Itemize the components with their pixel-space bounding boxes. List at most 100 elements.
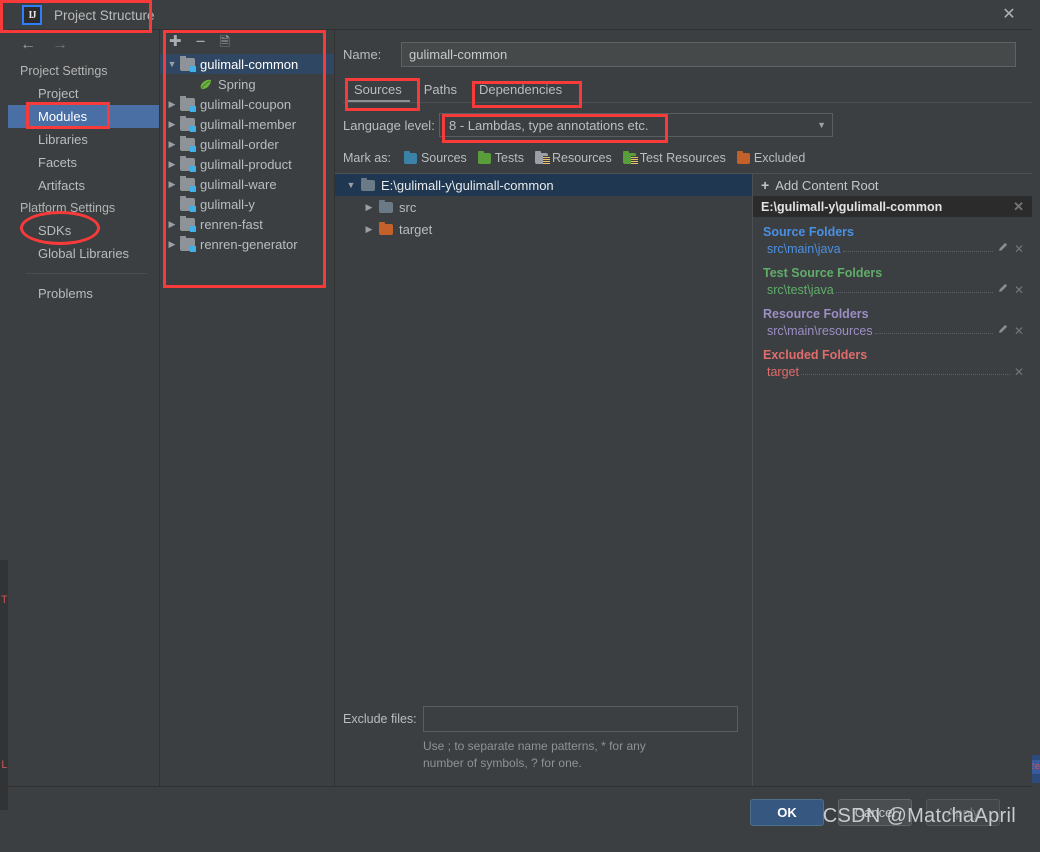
content-root-header: E:\gulimall-y\gulimall-common ✕ [753,196,1032,217]
ide-bottom-strip [0,838,1040,852]
module-tree-row[interactable]: Spring [160,74,334,94]
sidebar-item-project[interactable]: Project [8,82,159,105]
sidebar-item-global-libraries[interactable]: Global Libraries [8,242,159,265]
close-icon[interactable]: ✕ [1014,283,1024,297]
content-root-tree-pane: ▼ E:\gulimall-y\gulimall-common ▶ src ▶ targe… [335,174,752,786]
mark-as-test-resources[interactable]: Test Resources [622,150,726,165]
chevron-down-icon[interactable]: ▼ [341,180,361,190]
exclude-files-label: Exclude files: [343,712,417,726]
module-tree-row[interactable]: gulimall-y [160,194,334,214]
minus-icon[interactable]: − [196,33,206,50]
plus-icon[interactable]: ✚ [169,34,182,49]
apply-button[interactable]: Apply [926,799,1000,826]
exclude-files-input[interactable] [423,706,738,732]
module-tree-label: renren-fast [200,216,263,232]
tab-paths[interactable]: Paths [413,79,468,103]
module-tree-row[interactable]: ▶ gulimall-ware [160,174,334,194]
settings-sidebar: ← → Project Settings Project Modules Lib… [8,30,160,786]
content-tree-label: target [399,221,433,237]
ok-button[interactable]: OK [750,799,824,826]
chevron-right-icon[interactable]: ▶ [164,139,180,150]
tab-dependencies[interactable]: Dependencies [468,79,573,103]
chevron-right-icon[interactable]: ▶ [164,239,180,250]
content-root-tree[interactable]: ▼ E:\gulimall-y\gulimall-common ▶ src ▶ targe… [335,174,752,698]
content-tree-label: src [399,199,417,215]
content-tree-row[interactable]: ▼ E:\gulimall-y\gulimall-common [335,174,752,196]
module-name-input[interactable] [401,42,1016,67]
mark-as-sources[interactable]: Sources [403,150,467,165]
module-tree-label: gulimall-y [200,196,255,212]
module-folder-icon [180,215,196,232]
chevron-right-icon[interactable]: ▶ [359,224,379,235]
cancel-button[interactable]: Cancel [838,799,912,826]
close-icon[interactable]: ✕ [1013,199,1024,215]
dialog-footer: OK Cancel Apply CSDN @MatchaApril [8,786,1032,838]
chevron-right-icon[interactable]: ▶ [164,119,180,130]
chevron-right-icon[interactable]: ▶ [164,179,180,190]
pencil-icon[interactable] [997,283,1008,297]
module-tree-row[interactable]: ▶ gulimall-coupon [160,94,334,114]
content-tree-label: E:\gulimall-y\gulimall-common [381,177,554,193]
mark-as-tests-label: Tests [494,151,524,165]
arrow-left-icon[interactable]: ← [20,37,36,53]
sidebar-item-modules[interactable]: Modules [8,105,159,128]
module-tree-label: gulimall-common [200,56,299,72]
close-icon[interactable]: ✕ [1014,324,1024,338]
folder-icon [379,199,393,213]
chevron-right-icon[interactable]: ▶ [164,159,180,170]
sidebar-item-artifacts[interactable]: Artifacts [8,174,159,197]
add-content-root-button[interactable]: + Add Content Root [753,174,1032,196]
close-icon[interactable]: ✕ [1000,6,1018,24]
sidebar-item-problems[interactable]: Problems [8,282,159,305]
dialog-title: Project Structure [54,7,155,23]
resources-folder-icon [534,150,550,165]
content-tree-row[interactable]: ▶ target [335,218,752,240]
root-folder-item[interactable]: src\main\resources ✕ [753,321,1032,340]
module-tree-row[interactable]: ▶ gulimall-member [160,114,334,134]
module-folder-icon [180,115,196,132]
language-level-value: 8 - Lambdas, type annotations etc. [449,117,649,133]
module-tree-row[interactable]: ▶ renren-generator [160,234,334,254]
copy-module-icon[interactable]: 🗎 [220,35,230,48]
sidebar-item-sdks[interactable]: SDKs [8,219,159,242]
module-tree-label: Spring [218,76,256,92]
close-icon[interactable]: ✕ [1014,242,1024,256]
module-tree-row[interactable]: ▶ renren-fast [160,214,334,234]
pencil-icon[interactable] [997,242,1008,256]
language-level-row: Language level: 8 - Lambdas, type annota… [335,103,1032,145]
content-root-path: E:\gulimall-y\gulimall-common [761,199,943,214]
navigation-arrows: ← → [8,30,159,60]
chevron-down-icon[interactable]: ▼ [164,59,180,69]
sidebar-item-libraries[interactable]: Libraries [8,128,159,151]
sources-folder-icon [403,150,417,164]
modules-tree-panel: ✚ − 🗎 ▼ gulimall-common Spring ▶ gulimall-co… [160,30,335,786]
ide-left-mark-1: T [1,595,8,607]
close-icon[interactable]: ✕ [1014,365,1024,379]
tab-sources[interactable]: Sources [343,79,413,103]
module-tree-row[interactable]: ▶ gulimall-order [160,134,334,154]
module-name-row: Name: [335,30,1032,75]
root-folder-item[interactable]: target ✕ [753,362,1032,381]
module-tree-row[interactable]: ▼ gulimall-common [160,54,334,74]
pencil-icon[interactable] [997,324,1008,338]
sidebar-item-facets[interactable]: Facets [8,151,159,174]
chevron-right-icon[interactable]: ▶ [164,219,180,230]
root-folder-item[interactable]: src\test\java ✕ [753,280,1032,299]
modules-tree[interactable]: ▼ gulimall-common Spring ▶ gulimall-coupon ▶ g… [160,52,334,786]
content-tree-row[interactable]: ▶ src [335,196,752,218]
mark-as-resources[interactable]: Resources [534,150,612,165]
folder-icon [379,221,393,235]
module-tree-row[interactable]: ▶ gulimall-product [160,154,334,174]
language-level-label: Language level: [343,117,435,133]
chevron-right-icon[interactable]: ▶ [164,99,180,110]
mark-as-tests[interactable]: Tests [477,150,524,165]
root-folder-item[interactable]: src\main\java ✕ [753,239,1032,258]
mark-as-excluded[interactable]: Excluded [736,150,805,165]
chevron-right-icon[interactable]: ▶ [359,202,379,213]
root-folder-path: target [767,364,799,379]
exclude-files-row: Exclude files: [335,698,752,732]
dialog-titlebar: IJ Project Structure ✕ [8,0,1032,30]
arrow-right-icon[interactable]: → [52,37,68,53]
sources-lower-area: ▼ E:\gulimall-y\gulimall-common ▶ src ▶ targe… [335,173,1032,786]
language-level-select[interactable]: 8 - Lambdas, type annotations etc. ▼ [439,113,833,137]
